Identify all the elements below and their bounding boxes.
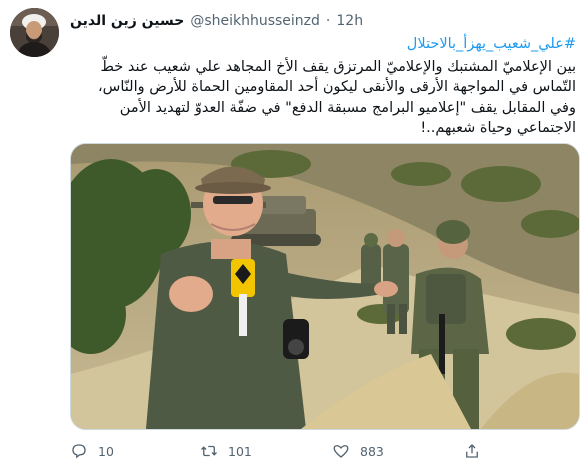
retweet-count: 101 (228, 443, 252, 459)
tweet-paragraph-2: وفي المقابل يقف "إعلاميو البرامج مسبقة ا… (119, 99, 576, 137)
like-button[interactable]: 883 (332, 442, 384, 460)
reply-button[interactable]: 10 (70, 442, 114, 460)
retweet-button[interactable]: 101 (200, 442, 252, 460)
tweet: حسين زين الدين @sheikhhusseinzd · 12h #ع… (0, 0, 588, 472)
tweet-actions: 10 101 883 (70, 438, 578, 464)
timestamp[interactable]: 12h (336, 13, 363, 29)
hashtag-link[interactable]: #علي_شعيب_يهزأ_بالاحتلال (68, 34, 576, 55)
avatar[interactable] (10, 8, 59, 57)
like-count: 883 (360, 443, 384, 459)
author-name[interactable]: حسين زين الدين (70, 13, 184, 29)
share-icon (466, 444, 478, 458)
camera-icon (283, 319, 309, 359)
share-button[interactable] (463, 442, 481, 460)
retweet-icon (201, 445, 217, 457)
tweet-paragraph-1: بين الإعلاميّ المشتبك والإعلاميّ المرتزق… (97, 58, 576, 96)
tweet-header: حسين زين الدين @sheikhhusseinzd · 12h (70, 10, 578, 32)
reply-icon (72, 444, 86, 459)
separator-dot: · (325, 13, 331, 29)
author-handle[interactable]: @sheikhhusseinzd (190, 13, 320, 29)
like-icon (333, 445, 349, 458)
reply-count: 10 (98, 443, 114, 459)
tweet-photo[interactable] (70, 143, 580, 430)
tweet-text: #علي_شعيب_يهزأ_بالاحتلال بين الإعلاميّ ا… (68, 34, 576, 139)
